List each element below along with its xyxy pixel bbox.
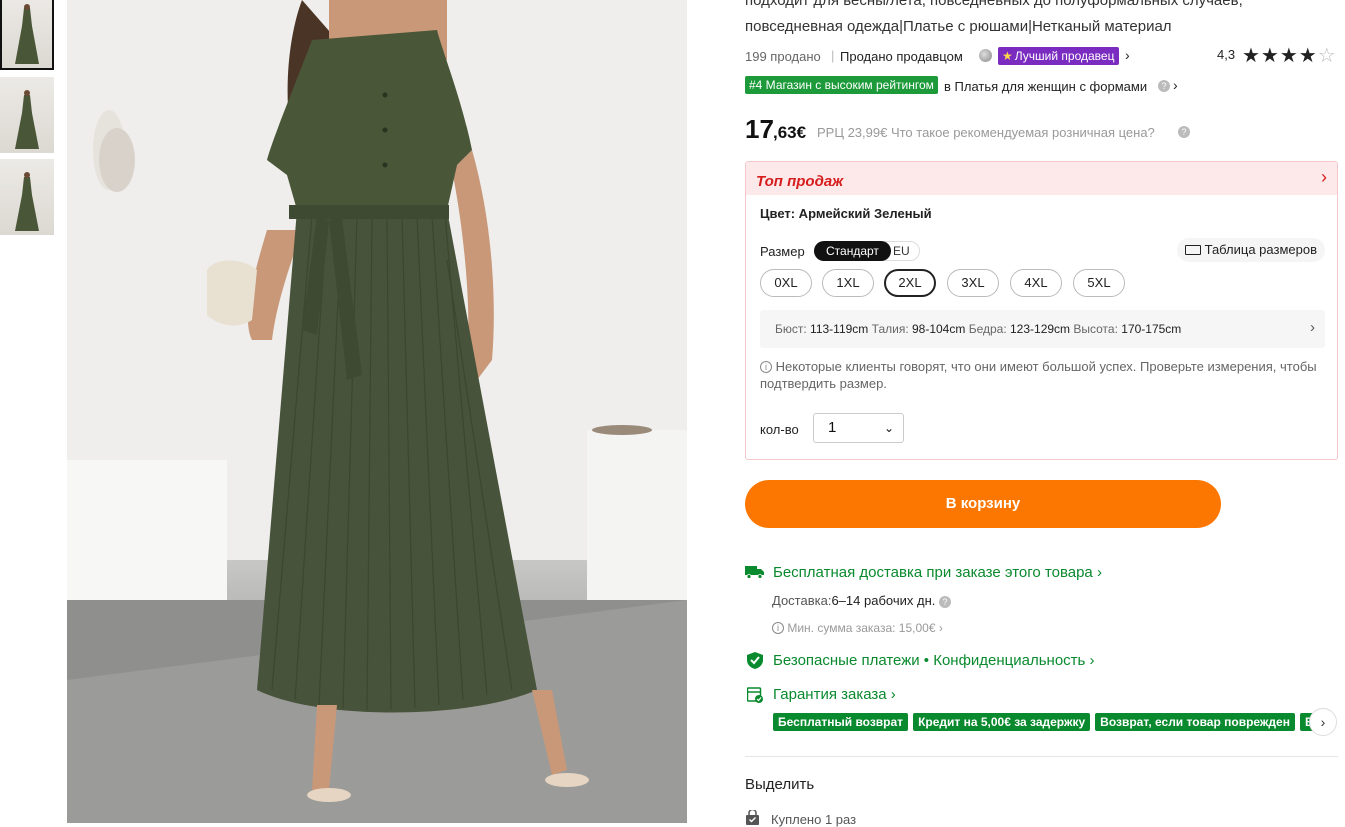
size-option-3xl[interactable]: 3XL [947, 269, 999, 297]
rating-stars[interactable]: ★★★★☆ [1242, 43, 1337, 68]
product-title-line-1: подходит для весны/лета, повседневных до… [745, 0, 1243, 9]
help-icon[interactable]: ? [1158, 80, 1170, 92]
price-row: 17 ,63€ РРЦ 23,99€ Что такое рекомендуем… [745, 114, 1340, 144]
delivery-time: Доставка:6–14 рабочих дн. ? [772, 593, 951, 608]
truck-icon [745, 566, 764, 579]
chip-damaged-return[interactable]: Возврат, если товар поврежден [1095, 713, 1295, 731]
seller-label[interactable]: Продано продавцом [840, 49, 963, 64]
thumbnail-1[interactable] [0, 0, 54, 70]
chevron-right-icon[interactable]: › [1321, 167, 1327, 188]
separator: | [831, 48, 835, 63]
rating-value: 4,3 [1217, 47, 1236, 62]
product-main-image[interactable] [67, 0, 687, 823]
size-option-0xl[interactable]: 0XL [760, 269, 812, 297]
chip-free-return[interactable]: Бесплатный возврат [773, 713, 909, 731]
size-option-1xl[interactable]: 1XL [822, 269, 874, 297]
meta-row: 199 продано | Продано продавцом ★ Лучший … [745, 43, 1340, 68]
quantity-select[interactable]: 1 ⌄ [813, 413, 904, 443]
dress-thumbnail-image [15, 90, 39, 149]
size-option-4xl[interactable]: 4XL [1010, 269, 1062, 297]
chevron-right-icon[interactable]: › [1125, 47, 1130, 63]
color-label: Цвет: Армейский Зеленый [760, 206, 932, 221]
dress-thumbnail-image [15, 4, 39, 64]
help-icon[interactable]: ? [1178, 126, 1190, 138]
dress-photo [67, 0, 687, 823]
guarantee-chips: Бесплатный возврат Кредит на 5,00€ за зад… [773, 713, 1329, 731]
calendar-check-icon [747, 687, 763, 703]
size-eu-option[interactable]: EU [893, 244, 910, 258]
star-icons: ★★★★ [1242, 45, 1318, 67]
free-delivery-text: Бесплатная доставка при заказе этого тов… [773, 564, 1102, 581]
info-icon: i [772, 622, 784, 634]
size-chart-button[interactable]: Таблица размеров [1176, 238, 1325, 262]
top-sales-label: Топ продаж [756, 173, 844, 190]
size-option-5xl[interactable]: 5XL [1073, 269, 1125, 297]
secure-payments-text: Безопасные платежи • Конфиденциальность … [773, 652, 1095, 669]
ruler-icon [1184, 245, 1201, 255]
size-option-2xl[interactable]: 2XL [884, 269, 936, 297]
best-seller-label: Лучший продавец [1014, 49, 1115, 63]
size-notice-text: Некоторые клиенты говорят, что они имеют… [760, 359, 1317, 391]
order-guarantee-text: Гарантия заказа › [773, 686, 896, 703]
bought-count: Куплено 1 раз [771, 812, 857, 827]
best-seller-badge[interactable]: ★ Лучший продавец [998, 47, 1120, 65]
chevron-right-icon: › [1310, 319, 1315, 336]
shield-icon [747, 652, 763, 669]
half-star-icon: ☆ [1317, 45, 1337, 67]
bag-icon [746, 810, 759, 825]
price-integer: 17 [745, 114, 774, 144]
divider [745, 756, 1338, 757]
min-order[interactable]: i Мин. сумма заказа: 15,00€ › [772, 621, 943, 635]
size-standard-option[interactable]: Стандарт [814, 241, 891, 261]
measurements-text: Бюст: 113-119cm Талия: 98-104cm Бедра: 1… [775, 322, 1182, 336]
thumbnail-2[interactable] [0, 77, 54, 153]
chips-next-button[interactable]: › [1309, 708, 1337, 736]
quantity-value: 1 [828, 419, 837, 436]
info-icon: i [760, 361, 772, 373]
help-icon[interactable]: ? [938, 595, 951, 608]
star-icon: ★ [1002, 49, 1013, 63]
add-to-cart-button[interactable]: В корзину [745, 480, 1221, 528]
thumbnail-3[interactable] [0, 159, 54, 235]
seller-avatar-icon[interactable] [979, 49, 992, 62]
rank-row: #4 Магазин с высоким рейтингом в Платья … [745, 75, 1340, 97]
product-title-line-2: повседневная одежда|Платье с рюшами|Нетк… [745, 18, 1172, 35]
size-system-toggle: Стандарт EU [814, 241, 920, 261]
price-fraction: ,63€ [773, 123, 807, 142]
sold-count: 199 продано [745, 49, 821, 64]
rrp-text[interactable]: РРЦ 23,99€ Что такое рекомендуемая розни… [817, 125, 1155, 140]
options-box: Топ продаж › Цвет: Армейский Зеленый Раз… [745, 161, 1338, 460]
rank-badge[interactable]: #4 Магазин с высоким рейтингом [745, 76, 938, 94]
free-delivery-row[interactable]: Бесплатная доставка при заказе этого тов… [745, 562, 1340, 584]
rank-category-link[interactable]: в Платья для женщин с формами [944, 79, 1147, 94]
chevron-down-icon: ⌄ [883, 421, 894, 435]
chevron-right-icon[interactable]: › [1173, 77, 1178, 93]
chip-delay-credit[interactable]: Кредит на 5,00€ за задержку [913, 713, 1091, 731]
top-sales-header[interactable]: Топ продаж › [746, 162, 1337, 195]
dress-thumbnail-image [15, 172, 39, 231]
size-chart-label: Таблица размеров [1204, 242, 1317, 257]
size-notice: i Некоторые клиенты говорят, что они име… [760, 358, 1325, 392]
quantity-label: кол-во [760, 422, 799, 437]
size-label: Размер [760, 244, 805, 259]
highlight-title: Выделить [745, 776, 815, 793]
size-measurements[interactable]: Бюст: 113-119cm Талия: 98-104cm Бедра: 1… [760, 310, 1325, 348]
